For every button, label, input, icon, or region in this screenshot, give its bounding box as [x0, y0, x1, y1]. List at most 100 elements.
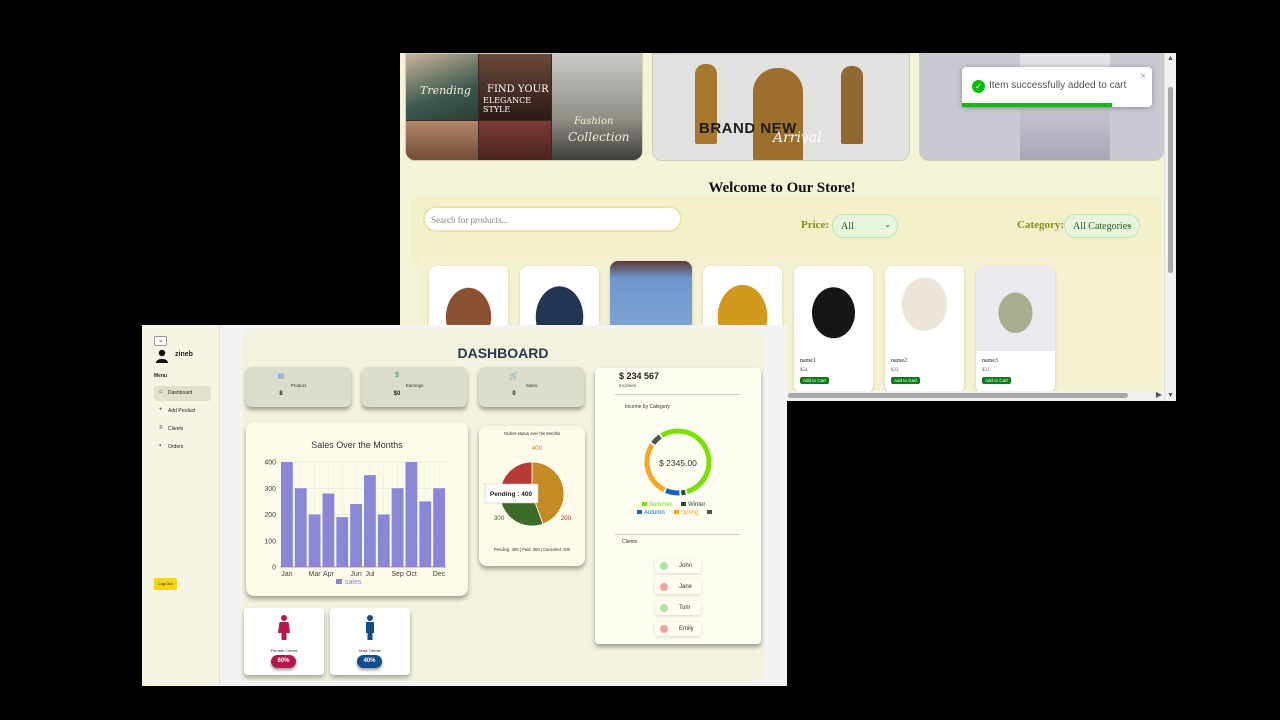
chart-bar	[322, 493, 335, 567]
sidebar-item-orders[interactable]: ▪ Orders	[154, 440, 211, 455]
scroll-down-icon[interactable]: ▼	[1167, 392, 1174, 399]
clients-title: Clients	[622, 539, 638, 545]
product-image	[794, 266, 873, 351]
chart-bar	[391, 488, 404, 567]
banner-tile-text: FIND YOUR	[487, 84, 549, 95]
add-to-cart-button[interactable]: Add to Cart	[891, 377, 920, 384]
menu-title: Menu	[154, 373, 168, 379]
chart-bar	[433, 488, 445, 567]
chevron-down-icon: ⌄	[884, 220, 891, 229]
cart-icon: 🛒	[509, 373, 519, 380]
legend-item-autumn: Autumn	[637, 510, 665, 516]
legend-item-other	[707, 510, 714, 516]
stat-label: Earnings	[405, 383, 424, 388]
legend-swatch	[637, 510, 642, 514]
toast-notification[interactable]: ✓ Item successfully added to cart ×	[962, 67, 1152, 107]
chart-bar	[350, 504, 362, 567]
product-image	[976, 266, 1055, 351]
income-by-category-title: Income by Category	[625, 404, 670, 410]
plus-icon: +	[159, 407, 163, 413]
client-name: John	[679, 563, 693, 569]
product-card[interactable]: name2 $22 Add to Cart	[885, 266, 964, 393]
legend-label: Summer	[649, 502, 672, 508]
male-icon	[366, 615, 374, 640]
product-card[interactable]: name3 $33 Add to Cart	[976, 266, 1055, 393]
y-tick-label: 300	[264, 486, 276, 493]
sidebar-item-add-product[interactable]: + Add Product	[154, 404, 211, 419]
stat-label: Sales	[525, 383, 538, 388]
stat-value: $0	[393, 391, 401, 397]
status-dot	[660, 583, 668, 591]
client-item[interactable]: Tom	[655, 601, 701, 615]
sidebar-item-dashboard[interactable]: ⌂ Dashboard	[154, 386, 211, 401]
gender-percent-badge: 60%	[271, 655, 296, 668]
price-select[interactable]: All ⌄	[832, 214, 898, 238]
client-item[interactable]: Emily	[655, 622, 701, 636]
chart-tooltip: Pending : 400	[484, 483, 539, 504]
sales-bar-chart[interactable]: Sales Over the Months 0 100 200 300 400 Jan Ma…	[246, 422, 468, 596]
category-select[interactable]: All Categories ⌄	[1064, 214, 1140, 238]
female-clients-card[interactable]: Female Clients 60%	[244, 608, 324, 675]
stat-card-product[interactable]: ▤ Product 8	[246, 367, 351, 407]
income-panel: $ 234 567 Incomes Income by Category $ 2…	[595, 368, 761, 644]
legend-swatch	[674, 510, 679, 514]
stat-card-sales[interactable]: 🛒 Sales 0	[479, 367, 584, 407]
banner-model-right	[841, 66, 863, 144]
orders-pie-chart[interactable]: Orders status over the Months Pending: 4…	[479, 426, 585, 566]
client-item[interactable]: Jane	[655, 580, 701, 594]
legend-label: sales	[345, 579, 362, 586]
banner-brand-new[interactable]: BRAND NEW Arrival	[652, 53, 910, 161]
scrollbar-thumb[interactable]	[1168, 87, 1173, 273]
banner-model-center	[753, 68, 803, 160]
horizontal-scrollbar[interactable]: ▶	[786, 390, 1164, 401]
banner-tile-text: Fashion	[574, 116, 614, 127]
scroll-up-icon[interactable]: ▲	[1167, 55, 1174, 62]
male-clients-card[interactable]: Male Clients 40%	[330, 608, 410, 675]
banner-collage[interactable]: Trending FIND YOUR ELEGANCE STYLE Fashio…	[405, 53, 643, 161]
sidebar-item-label: Add Product	[168, 408, 196, 414]
slice-label: 300	[494, 515, 505, 522]
banner-tile-text: ELEGANCE STYLE	[483, 96, 532, 114]
price-label: Price:	[801, 219, 830, 231]
client-name: Tom	[679, 605, 691, 611]
banner-script: Arrival	[773, 130, 822, 146]
add-to-cart-button[interactable]: Add to Cart	[982, 377, 1011, 384]
sidebar-item-clients[interactable]: ≡ Clients	[154, 422, 211, 437]
user-icon	[156, 349, 168, 363]
donut-segment	[665, 488, 680, 496]
y-tick-label: 200	[264, 512, 276, 519]
logout-button[interactable]: Log Out	[154, 578, 177, 590]
legend-item-winter: Winter	[681, 502, 705, 508]
welcome-title: Welcome to Our Store!	[708, 180, 856, 196]
chart-bar	[405, 462, 418, 567]
product-card[interactable]: name1 $54 Add to Cart	[794, 266, 873, 393]
search-input[interactable]: Search for products...	[423, 206, 682, 232]
banner-tile-elegance: FIND YOUR ELEGANCE STYLE	[479, 54, 551, 120]
username: zineb	[175, 351, 193, 358]
chart-bar	[294, 488, 307, 567]
banner-tile-trending: Trending	[406, 54, 478, 120]
x-tick-label: Mar	[309, 571, 322, 578]
x-tick-label: Apr	[323, 571, 335, 578]
add-to-cart-button[interactable]: Add to Cart	[800, 377, 829, 384]
x-tick-label: Sep	[391, 571, 404, 578]
category-label: Category:	[1017, 219, 1065, 231]
chevron-down-icon[interactable]: ⌄	[154, 336, 167, 346]
x-tick-label: Oct	[406, 571, 417, 578]
donut-center-label: $ 2345.00	[659, 458, 697, 468]
x-tick-label: Dec	[433, 571, 446, 578]
banner-tile-text: Collection	[568, 130, 630, 144]
product-price: $54	[800, 368, 808, 373]
close-icon[interactable]: ×	[1140, 71, 1146, 82]
status-dot	[660, 625, 668, 633]
scroll-right-icon[interactable]: ▶	[1156, 390, 1162, 399]
stat-card-earnings[interactable]: $ Earnings $0	[362, 367, 467, 407]
product-price: $33	[982, 368, 990, 373]
legend-swatch	[681, 502, 686, 506]
vertical-scrollbar[interactable]: ▲ ▼	[1164, 53, 1176, 401]
price-select-value: All	[841, 221, 854, 232]
client-item[interactable]: John	[655, 559, 701, 573]
product-image	[885, 266, 964, 351]
banner-tile-couple	[479, 121, 551, 160]
scrollbar-thumb[interactable]	[788, 393, 1128, 398]
